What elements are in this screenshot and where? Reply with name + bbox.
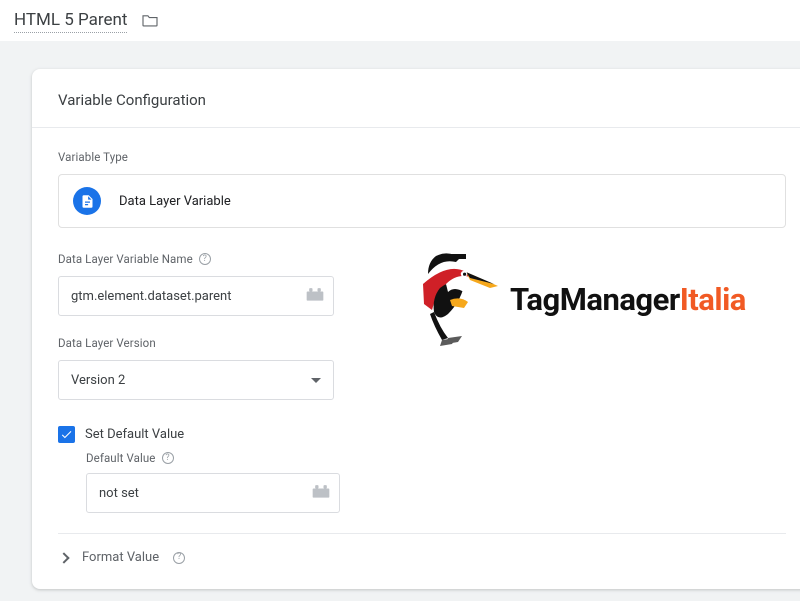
variable-config-card: Variable Configuration Variable Type Dat… xyxy=(32,69,800,589)
chevron-down-icon xyxy=(311,378,321,383)
default-value-block: Default Value ? not set xyxy=(86,451,786,513)
format-value-expander[interactable]: Format Value ? xyxy=(58,550,786,565)
divider xyxy=(58,533,786,534)
folder-icon[interactable] xyxy=(141,13,159,31)
divider xyxy=(32,127,800,128)
variable-type-name: Data Layer Variable xyxy=(119,194,231,209)
help-icon[interactable]: ? xyxy=(199,253,211,265)
building-block-icon[interactable] xyxy=(305,286,325,306)
header-bar: HTML 5 Parent xyxy=(0,0,800,41)
page-title[interactable]: HTML 5 Parent xyxy=(14,10,127,33)
set-default-checkbox-row[interactable]: Set Default Value xyxy=(58,426,786,443)
woodpecker-icon xyxy=(418,244,502,354)
default-value-input[interactable]: not set xyxy=(86,473,340,513)
checkbox-checked-icon[interactable] xyxy=(58,426,75,443)
version-select[interactable]: Version 2 xyxy=(58,360,334,400)
help-icon[interactable]: ? xyxy=(173,552,185,564)
chevron-right-icon xyxy=(58,552,69,563)
card-title: Variable Configuration xyxy=(58,91,786,109)
help-icon[interactable]: ? xyxy=(162,452,174,464)
default-value-label: Default Value ? xyxy=(86,451,786,465)
building-block-icon[interactable] xyxy=(311,483,331,503)
tagmanageritalia-logo: TagManagerItalia xyxy=(418,239,798,359)
dlv-name-input[interactable]: gtm.element.dataset.parent xyxy=(58,276,334,316)
workspace: Variable Configuration Variable Type Dat… xyxy=(0,41,800,601)
variable-type-row[interactable]: Data Layer Variable xyxy=(58,174,786,228)
variable-type-label: Variable Type xyxy=(58,150,786,164)
logo-text: TagManagerItalia xyxy=(510,281,746,318)
set-default-label: Set Default Value xyxy=(85,427,184,442)
data-layer-variable-icon xyxy=(73,187,101,215)
